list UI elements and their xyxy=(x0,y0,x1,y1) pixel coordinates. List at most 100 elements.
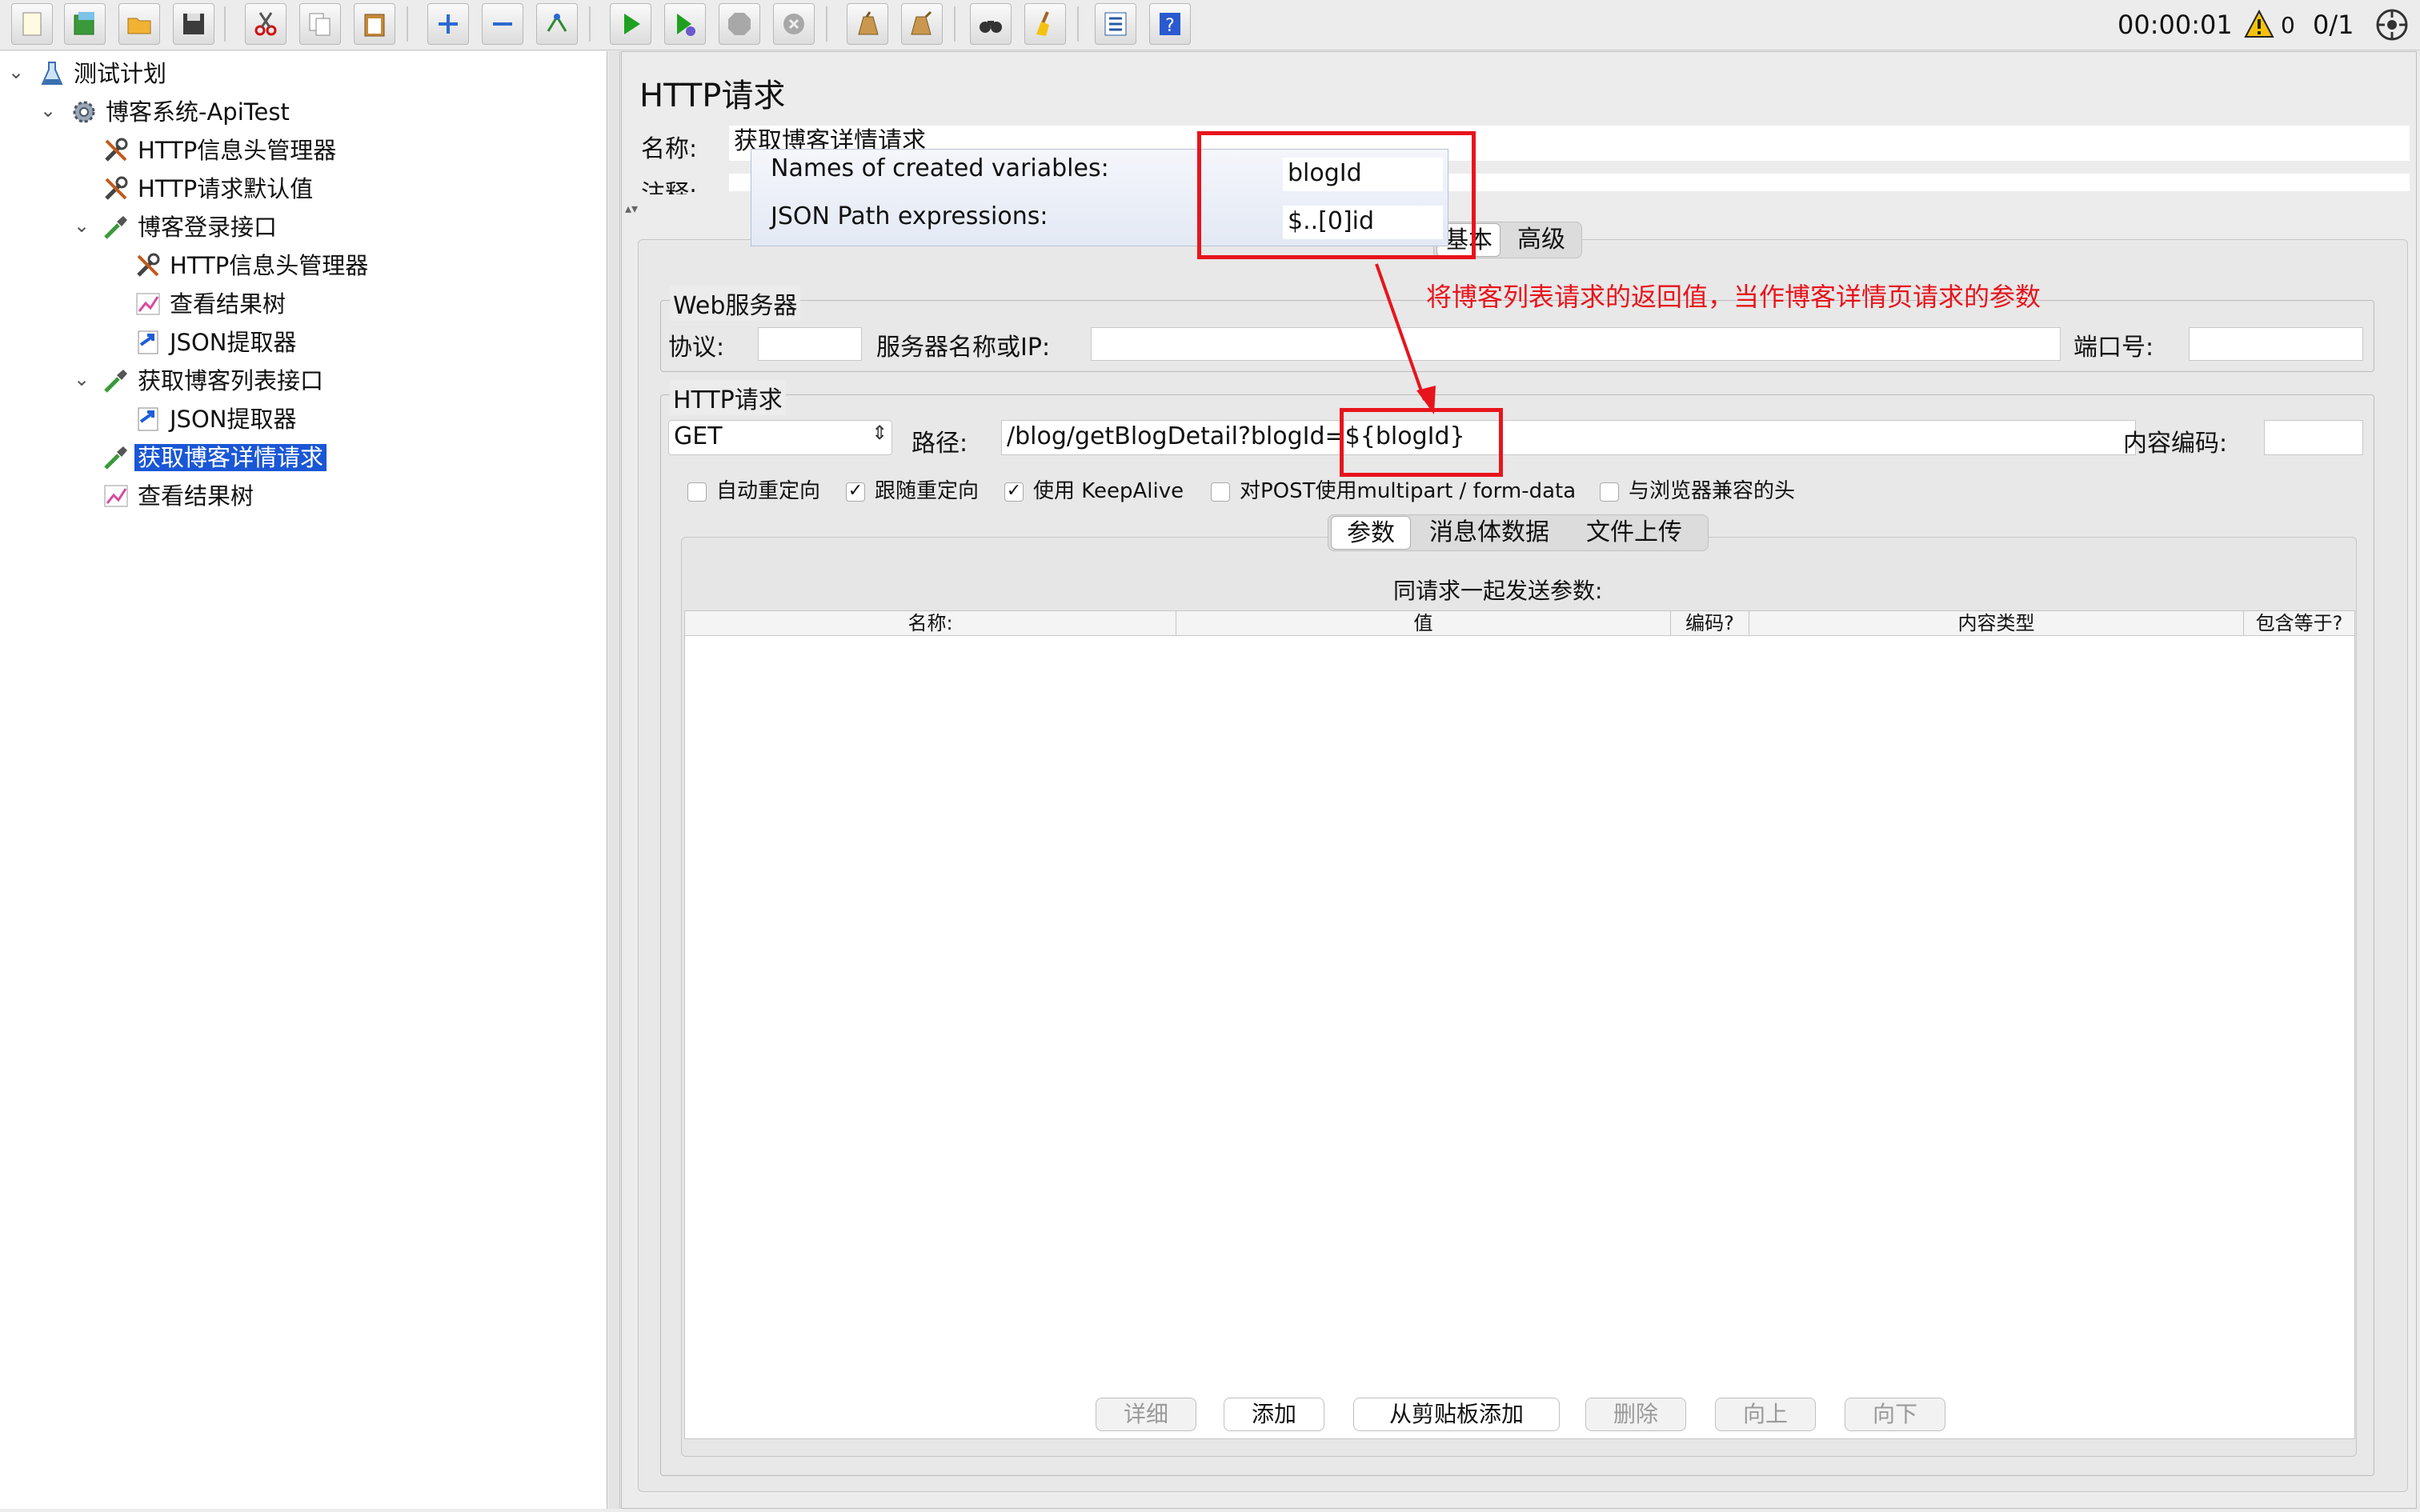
chevron-down-icon[interactable]: ⌄ xyxy=(40,93,56,128)
column-value[interactable]: 值 xyxy=(1176,611,1671,635)
tree-item-thread-group[interactable]: 博客系统-ApiTest xyxy=(70,93,293,128)
search-icon xyxy=(980,21,1002,33)
remote-status-icon xyxy=(2376,9,2408,41)
clear-all-button[interactable] xyxy=(901,3,943,45)
thread-count: 0/1 xyxy=(2313,10,2354,40)
expand-icon xyxy=(439,14,458,34)
expand-button[interactable] xyxy=(427,3,469,45)
table-header: 名称: 值 编码? 内容类型 包含等于? xyxy=(685,611,2354,636)
http-request-title: HTTP请求 xyxy=(670,380,786,415)
stop-icon xyxy=(728,13,751,35)
divider-arrows-icon[interactable]: ▴▾ xyxy=(625,201,638,216)
chevron-down-icon[interactable]: ⌄ xyxy=(74,362,90,397)
method-select[interactable]: GET xyxy=(668,420,892,455)
path-prefix: /blog/getBlogDetail?blogId xyxy=(1007,422,1325,450)
shutdown-icon xyxy=(783,14,804,34)
copy-button[interactable] xyxy=(299,3,341,45)
open-icon xyxy=(127,18,151,34)
collapse-icon xyxy=(493,22,512,26)
start-no-pause-icon xyxy=(677,14,695,36)
column-encode[interactable]: 编码? xyxy=(1671,611,1749,635)
templates-button[interactable] xyxy=(64,3,106,45)
tree-item-login-sampler[interactable]: 博客登录接口 xyxy=(102,208,280,243)
keepalive-checkbox[interactable]: ✓ 使用 KeepAlive xyxy=(1004,474,1184,504)
server-label: 服务器名称或IP: xyxy=(876,334,1051,362)
chevron-down-icon[interactable]: ⌄ xyxy=(8,54,24,90)
tab-body-data[interactable]: 消息体数据 xyxy=(1416,516,1563,550)
move-down-button[interactable]: 向下 xyxy=(1845,1398,1945,1431)
follow-redirect-checkbox[interactable]: ✓ 跟随重定向 xyxy=(846,474,979,504)
encoding-label: 内容编码: xyxy=(2123,430,2228,458)
start-no-pause-button[interactable] xyxy=(664,3,706,45)
toolbar: ? 00:00:01 0 0/1 xyxy=(0,0,2420,50)
chevron-down-icon[interactable]: ⌄ xyxy=(74,208,90,243)
tree-item-header-manager-2[interactable]: HTTP信息头管理器 xyxy=(134,246,371,282)
shutdown-button[interactable] xyxy=(773,3,815,45)
encoding-field[interactable] xyxy=(2264,420,2363,455)
column-content-type[interactable]: 内容类型 xyxy=(1749,611,2244,635)
search-button[interactable] xyxy=(970,3,1012,45)
tab-advanced[interactable]: 高级 xyxy=(1505,223,1577,257)
paste-button[interactable] xyxy=(354,3,395,45)
add-button[interactable]: 添加 xyxy=(1224,1398,1324,1431)
graph-icon xyxy=(104,485,128,507)
add-from-clipboard-button[interactable]: 从剪贴板添加 xyxy=(1353,1398,1560,1431)
port-label: 端口号: xyxy=(2073,334,2154,362)
pipette-icon xyxy=(104,446,127,470)
wrench-icon xyxy=(105,176,128,200)
paste-icon xyxy=(364,14,385,37)
port-field[interactable] xyxy=(2189,327,2363,361)
svg-text:?: ? xyxy=(1165,16,1175,36)
start-button[interactable] xyxy=(610,3,651,45)
warning-count: 0 xyxy=(2281,12,2295,38)
split-pane-divider[interactable] xyxy=(608,51,620,1509)
graph-icon xyxy=(136,293,160,315)
save-button[interactable] xyxy=(173,3,214,45)
delete-button[interactable]: 删除 xyxy=(1585,1398,1686,1431)
params-table[interactable]: 名称: 值 编码? 内容类型 包含等于? xyxy=(684,610,2355,1439)
detail-button[interactable]: 详细 xyxy=(1096,1398,1196,1431)
tree-item-result-tree-2[interactable]: 查看结果树 xyxy=(102,477,257,512)
annotation-text: 将博客列表请求的返回值，当作博客详情页请求的参数 xyxy=(1426,282,2041,312)
tree-item-test-plan[interactable]: 测试计划 xyxy=(38,54,170,90)
select-arrows-icon: ⇕ xyxy=(871,422,888,444)
stop-button[interactable] xyxy=(719,3,760,45)
collapse-button[interactable] xyxy=(482,3,523,45)
function-helper-icon xyxy=(1104,12,1127,36)
server-field[interactable] xyxy=(1091,327,2061,361)
pipette-icon xyxy=(104,216,127,239)
auto-redirect-checkbox[interactable]: 自动重定向 xyxy=(687,474,820,504)
toggle-icon xyxy=(547,14,567,32)
warning-icon[interactable] xyxy=(2244,10,2274,38)
tab-parameters[interactable]: 参数 xyxy=(1331,516,1411,550)
extractor-icon xyxy=(138,407,158,431)
tree-item-list-sampler[interactable]: 获取博客列表接口 xyxy=(102,362,327,397)
vars-label: Names of created variables: xyxy=(771,154,1109,182)
clear-icon xyxy=(858,11,879,35)
toggle-button[interactable] xyxy=(536,3,578,45)
path-field[interactable]: /blog/getBlogDetail?blogId=${blogId} xyxy=(1001,420,2136,455)
reset-search-button[interactable] xyxy=(1024,3,1066,45)
tree-item-json-extractor-2[interactable]: JSON提取器 xyxy=(134,400,299,435)
column-include-equals[interactable]: 包含等于? xyxy=(2244,611,2354,635)
tree-item-detail-sampler[interactable]: 获取博客详情请求 xyxy=(102,438,327,474)
name-label: 名称: xyxy=(641,135,698,163)
multipart-checkbox[interactable]: 对POST使用multipart / form-data xyxy=(1211,474,1576,504)
move-up-button[interactable]: 向上 xyxy=(1715,1398,1816,1431)
clear-button[interactable] xyxy=(847,3,888,45)
tree-item-result-tree[interactable]: 查看结果树 xyxy=(134,285,289,320)
open-button[interactable] xyxy=(118,3,160,45)
function-helper-button[interactable] xyxy=(1095,3,1136,45)
json-path-label: JSON Path expressions: xyxy=(771,202,1048,230)
column-name[interactable]: 名称: xyxy=(685,611,1176,635)
pipette-icon xyxy=(104,370,127,393)
protocol-field[interactable] xyxy=(758,327,862,361)
tab-file-upload[interactable]: 文件上传 xyxy=(1566,516,1702,550)
tree-item-json-extractor[interactable]: JSON提取器 xyxy=(134,323,299,358)
browser-headers-checkbox[interactable]: 与浏览器兼容的头 xyxy=(1600,474,1795,504)
tree-item-request-defaults[interactable]: HTTP请求默认值 xyxy=(102,170,316,205)
new-button[interactable] xyxy=(11,3,53,45)
cut-button[interactable] xyxy=(245,3,286,45)
help-button[interactable]: ? xyxy=(1149,3,1191,45)
tree-item-header-manager[interactable]: HTTP信息头管理器 xyxy=(102,131,339,166)
